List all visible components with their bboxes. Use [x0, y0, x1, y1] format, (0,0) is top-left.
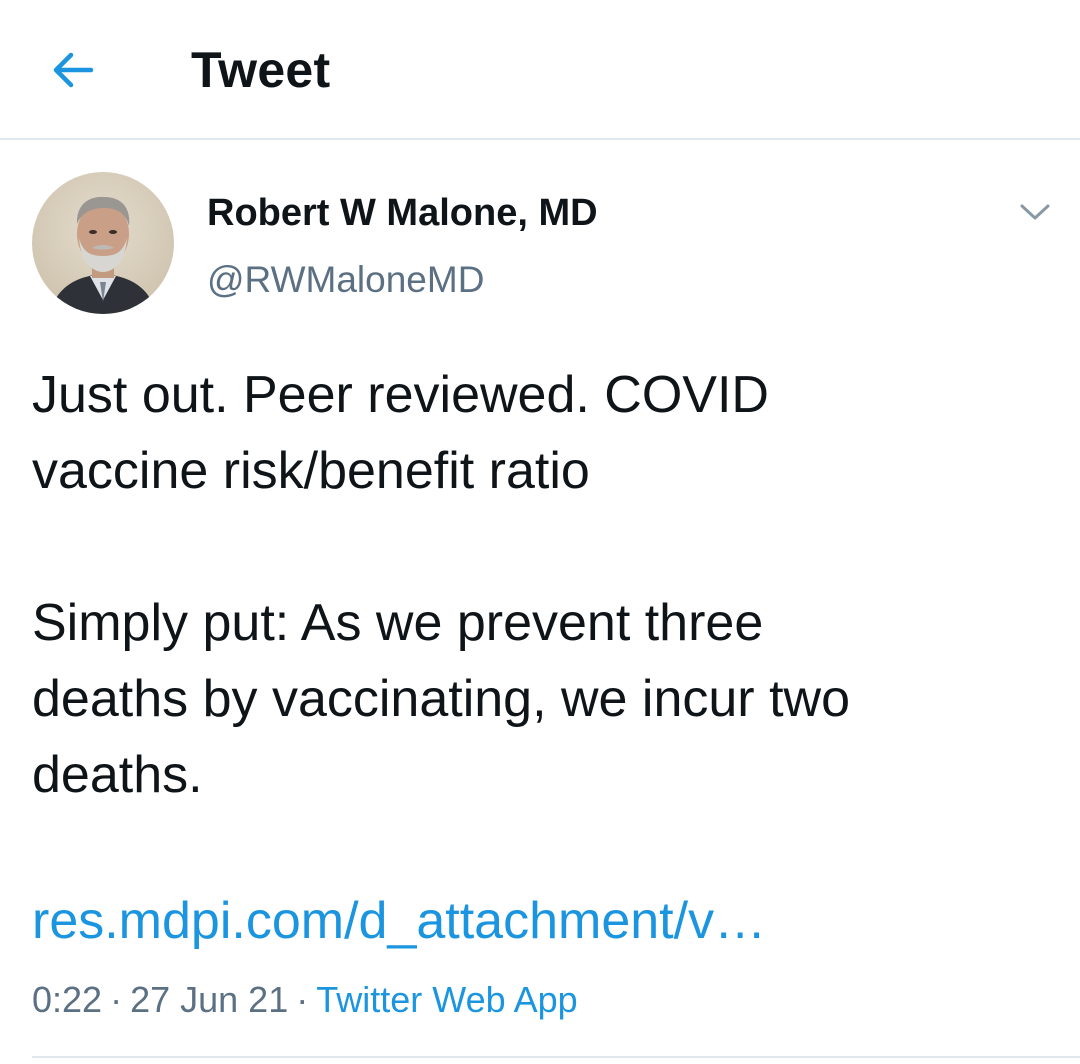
chevron-down-icon: [1020, 204, 1050, 220]
tweet-date: 27 Jun 21: [130, 979, 289, 1020]
more-options-button[interactable]: [1010, 192, 1060, 232]
tweet-paragraph: Simply put: As we prevent three deaths b…: [32, 594, 850, 804]
back-button[interactable]: [40, 40, 106, 100]
avatar[interactable]: [32, 172, 174, 314]
tweet-meta: 0:22 · 27 Jun 21 · Twitter Web App: [32, 978, 578, 1022]
author-handle[interactable]: @RWMaloneMD: [207, 258, 484, 302]
author-display-name[interactable]: Robert W Malone, MD: [207, 191, 598, 235]
profile-photo: [32, 172, 174, 314]
tweet-paragraph: Just out. Peer reviewed. COVID vaccine r…: [32, 366, 769, 500]
meta-separator: ·: [296, 979, 309, 1020]
tweet-time: 0:22: [32, 979, 103, 1020]
arrow-left-icon: [53, 52, 94, 88]
tweet-text: Just out. Peer reviewed. COVID vaccine r…: [32, 357, 1042, 813]
page-title: Tweet: [191, 42, 331, 98]
tweet-source[interactable]: Twitter Web App: [316, 979, 577, 1020]
tweet-detail: Robert W Malone, MD @RWMaloneMD Just out…: [0, 142, 1080, 1064]
meta-separator: ·: [110, 979, 123, 1020]
top-bar: Tweet: [0, 0, 1080, 140]
divider: [32, 1056, 1080, 1058]
tweet-link[interactable]: res.mdpi.com/d_attachment/v…: [32, 889, 766, 953]
